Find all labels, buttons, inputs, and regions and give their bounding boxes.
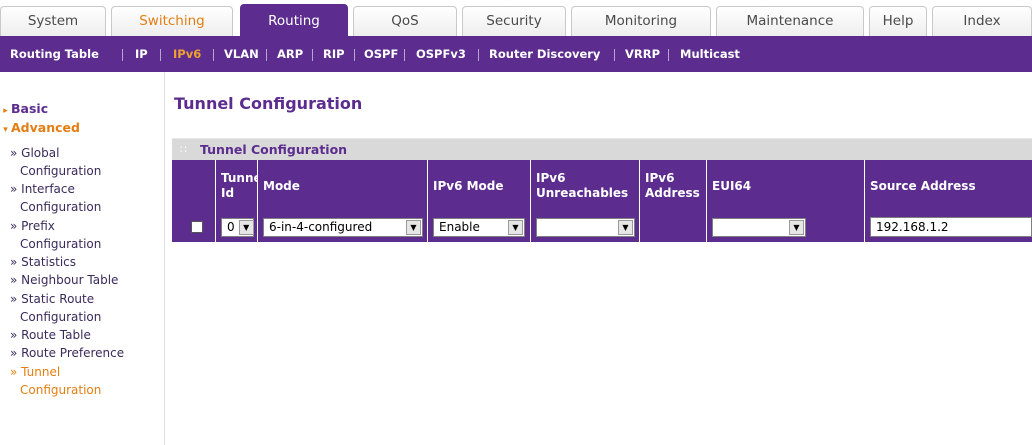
header-ipv6-address: IPv6 Address	[640, 160, 707, 212]
tab-routing[interactable]: Routing	[240, 4, 348, 36]
cell-ipv6-address	[640, 212, 707, 242]
chevron-down-icon: ▾	[3, 125, 8, 135]
cell-ipv6-unreachables: ▼	[531, 212, 640, 242]
top-tab-bar: System Switching Routing QoS Security Mo…	[0, 0, 1032, 36]
sidebar-item-route-preference[interactable]: » Route Preference	[10, 344, 124, 362]
tab-help[interactable]: Help	[869, 6, 927, 36]
sidebar-basic-label: Basic	[11, 101, 49, 116]
header-mode: Mode	[258, 160, 428, 212]
tunnel-id-value: 0	[227, 220, 235, 234]
tunnel-id-select[interactable]: 0 ▼	[221, 217, 254, 237]
subnav-separator	[478, 49, 479, 61]
header-tunnel-id-line1: Tunnel	[221, 171, 257, 185]
subnav-ip[interactable]: IP	[135, 36, 148, 72]
subnav-ospfv3[interactable]: OSPFv3	[416, 36, 466, 72]
subnav-separator	[122, 49, 123, 61]
sidebar-item-static-route-configuration[interactable]: » Static Route	[10, 290, 94, 308]
cell-select	[172, 212, 216, 242]
subnav-arp[interactable]: ARP	[277, 36, 303, 72]
dropdown-arrow-icon[interactable]: ▼	[618, 219, 633, 235]
sidebar-item-static-route-configuration-cont[interactable]: Configuration	[20, 308, 101, 326]
tab-system[interactable]: System	[0, 6, 106, 36]
sidebar-item-interface-configuration-cont[interactable]: Configuration	[20, 198, 101, 216]
subnav-ipv6[interactable]: IPv6	[173, 36, 201, 72]
tab-index[interactable]: Index	[932, 6, 1032, 36]
header-source-address: Source Address	[865, 160, 1032, 212]
page-title: Tunnel Configuration	[174, 94, 363, 113]
sidebar-advanced-label: Advanced	[11, 120, 80, 135]
sidebar-item-interface-configuration[interactable]: » Interface	[10, 180, 75, 198]
dropdown-arrow-icon[interactable]: ▼	[406, 219, 421, 235]
tab-monitoring[interactable]: Monitoring	[571, 6, 711, 36]
eui64-select[interactable]: ▼	[712, 217, 806, 237]
left-sidebar: ▸ Basic ▾ Advanced » Global Configuration …	[0, 72, 165, 445]
tab-qos[interactable]: QoS	[353, 6, 457, 36]
panel-title: Tunnel Configuration	[200, 142, 348, 157]
chevron-right-icon: ▸	[3, 106, 8, 116]
subnav-vrrp[interactable]: VRRP	[625, 36, 660, 72]
cell-eui64: ▼	[707, 212, 865, 242]
mode-select[interactable]: 6-in-4-configured ▼	[263, 217, 423, 237]
tab-maintenance[interactable]: Maintenance	[716, 6, 864, 36]
header-ipv6-mode: IPv6 Mode	[428, 160, 531, 212]
ipv6-mode-select[interactable]: Enable ▼	[433, 217, 525, 237]
tab-security[interactable]: Security	[462, 6, 566, 36]
sidebar-item-global-configuration[interactable]: » Global	[10, 144, 59, 162]
subnav-separator	[668, 49, 669, 61]
header-tunnel-id-line2: Id	[221, 186, 235, 200]
cell-mode: 6-in-4-configured ▼	[258, 212, 428, 242]
header-ipv6-unreachables: IPv6 Unreachables	[531, 160, 640, 212]
header-tunnel-id: TunnelId	[216, 160, 258, 212]
panel-header: ∷ Tunnel Configuration	[172, 138, 1032, 160]
cell-tunnel-id: 0 ▼	[216, 212, 258, 242]
cell-ipv6-mode: Enable ▼	[428, 212, 531, 242]
sidebar-basic[interactable]: ▸ Basic	[0, 100, 48, 118]
source-address-input[interactable]: 192.168.1.2	[870, 217, 1032, 237]
subnav-rip[interactable]: RIP	[323, 36, 345, 72]
subnav-ospf[interactable]: OSPF	[364, 36, 398, 72]
sidebar-item-neighbour-table[interactable]: » Neighbour Table	[10, 271, 118, 289]
sidebar-item-global-configuration-cont[interactable]: Configuration	[20, 162, 101, 180]
header-ipv6-address-line1: IPv6	[645, 171, 675, 185]
header-ipv6-address-line2: Address	[645, 186, 700, 200]
header-ipv6-unreachables-line1: IPv6	[536, 171, 566, 185]
ipv6-unreachables-select[interactable]: ▼	[536, 217, 635, 237]
mode-value: 6-in-4-configured	[269, 220, 373, 234]
dropdown-arrow-icon[interactable]: ▼	[238, 219, 254, 235]
sidebar-advanced[interactable]: ▾ Advanced	[0, 119, 80, 137]
row-checkbox[interactable]	[191, 221, 203, 233]
header-select	[172, 160, 216, 212]
routing-sub-nav: Routing Table IP IPv6 VLAN ARP RIP OSPF …	[0, 36, 1032, 72]
subnav-router-discovery[interactable]: Router Discovery	[489, 36, 600, 72]
subnav-separator	[160, 49, 161, 61]
sidebar-item-route-table[interactable]: » Route Table	[10, 326, 91, 344]
subnav-separator	[266, 49, 267, 61]
subnav-multicast[interactable]: Multicast	[680, 36, 740, 72]
subnav-vlan[interactable]: VLAN	[224, 36, 259, 72]
dropdown-arrow-icon[interactable]: ▼	[789, 219, 804, 235]
subnav-routing-table[interactable]: Routing Table	[10, 36, 99, 72]
ipv6-mode-value: Enable	[439, 220, 480, 234]
subnav-separator	[312, 49, 313, 61]
cell-source-address: 192.168.1.2	[865, 212, 1032, 242]
sidebar-item-statistics[interactable]: » Statistics	[10, 253, 76, 271]
subnav-separator	[354, 49, 355, 61]
tab-switching[interactable]: Switching	[111, 6, 233, 36]
sidebar-item-tunnel-configuration-cont[interactable]: Configuration	[20, 381, 101, 399]
sidebar-item-prefix-configuration-cont[interactable]: Configuration	[20, 235, 101, 253]
sidebar-item-prefix-configuration[interactable]: » Prefix	[10, 217, 55, 235]
header-ipv6-unreachables-line2: Unreachables	[536, 186, 629, 200]
subnav-separator	[213, 49, 214, 61]
subnav-separator	[404, 49, 405, 61]
dropdown-arrow-icon[interactable]: ▼	[508, 219, 523, 235]
header-eui64: EUI64	[707, 160, 865, 212]
drag-handle-icon: ∷	[180, 143, 187, 156]
subnav-separator	[614, 49, 615, 61]
sidebar-item-tunnel-configuration[interactable]: » Tunnel	[10, 363, 60, 381]
